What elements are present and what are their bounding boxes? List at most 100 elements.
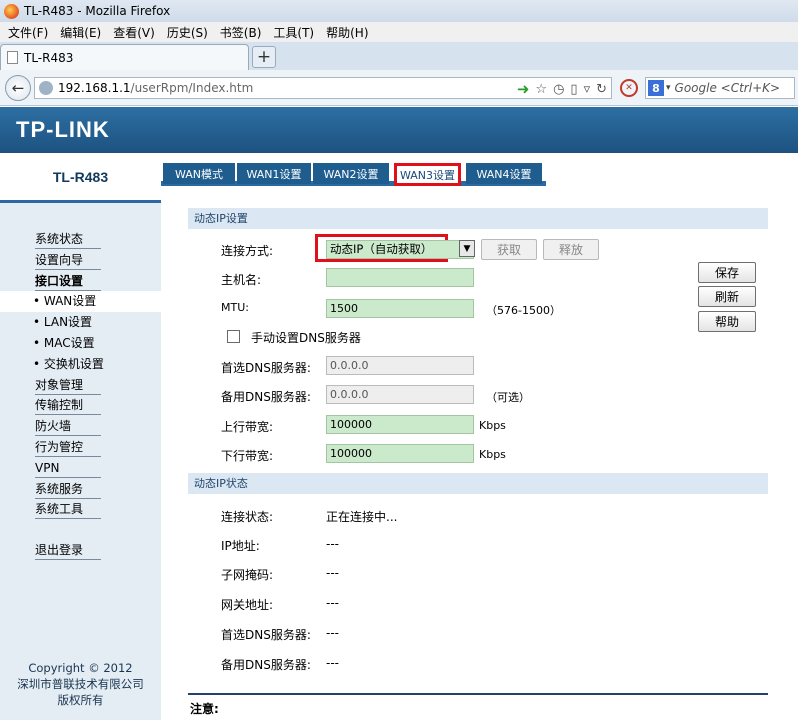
sidebar-menu: 系统状态 设置向导 接口设置 • WAN设置 • LAN设置 • MAC设置 •… <box>0 229 161 561</box>
status-label-ip: IP地址: <box>221 539 260 553</box>
dns2-label: 备用DNS服务器: <box>221 390 311 404</box>
manual-dns-checkbox[interactable] <box>227 330 240 343</box>
menu-file[interactable]: 文件(F) <box>2 24 54 41</box>
help-button[interactable]: 帮助 <box>698 311 756 332</box>
tab-wan2[interactable]: WAN2设置 <box>313 163 389 184</box>
browser-tab[interactable]: TL-R483 <box>0 44 249 70</box>
reload-icon[interactable]: ↻ <box>596 82 607 97</box>
hostname-input[interactable] <box>326 268 474 287</box>
search-engine-dropdown-icon[interactable]: ▾ <box>666 83 671 93</box>
downstream-input[interactable]: 100000 <box>326 444 474 463</box>
hostname-label: 主机名: <box>221 273 262 287</box>
new-tab-button[interactable]: + <box>252 46 276 68</box>
status-label-dns1: 首选DNS服务器: <box>221 628 311 642</box>
menu-edit[interactable]: 编辑(E) <box>54 24 107 41</box>
downstream-label: 下行带宽: <box>221 449 274 463</box>
tab-wan4[interactable]: WAN4设置 <box>466 163 542 184</box>
url-path: /userRpm/Index.htm <box>130 81 254 95</box>
page-icon <box>7 51 18 64</box>
sidebar-item-system-tools[interactable]: 系统工具 <box>0 499 161 520</box>
sidebar-item-transmission-control[interactable]: 传输控制 <box>0 395 161 416</box>
menu-help[interactable]: 帮助(H) <box>320 24 374 41</box>
status-label-conn: 连接状态: <box>221 510 274 524</box>
sidebar-item-vpn[interactable]: VPN <box>0 458 161 479</box>
refresh-button[interactable]: 刷新 <box>698 286 756 307</box>
upstream-unit: Kbps <box>479 419 506 432</box>
sidebar-item-label: 传输控制 <box>35 396 101 416</box>
upstream-label: 上行带宽: <box>221 420 274 434</box>
tab-wan3[interactable]: WAN3设置 <box>394 163 461 186</box>
release-button[interactable]: 释放 <box>543 239 599 260</box>
mtu-input[interactable]: 1500 <box>326 299 474 318</box>
sidebar-item-object-management[interactable]: 对象管理 <box>0 375 161 396</box>
model-name: TL-R483 <box>0 153 161 203</box>
sidebar-item-system-services[interactable]: 系统服务 <box>0 479 161 500</box>
tab-wan-mode[interactable]: WAN模式 <box>163 163 235 184</box>
sidebar-item-label: 防火墙 <box>35 417 101 437</box>
dns1-input[interactable]: 0.0.0.0 <box>326 356 474 375</box>
chevron-down-icon[interactable]: ▼ <box>459 240 475 257</box>
status-value-gateway: --- <box>326 596 339 610</box>
sidebar-item-label: VPN <box>35 459 101 478</box>
sidebar-item-firewall[interactable]: 防火墙 <box>0 416 161 437</box>
sidebar-item-label: 对象管理 <box>35 376 101 395</box>
sidebar-item-mac-settings[interactable]: • MAC设置 <box>0 333 161 354</box>
sidebar-item-lan-settings[interactable]: • LAN设置 <box>0 312 161 333</box>
dns1-label: 首选DNS服务器: <box>221 361 311 375</box>
sidebar-item-label: • LAN设置 <box>33 315 93 330</box>
copyright-rights: 版权所有 <box>57 693 104 707</box>
search-box[interactable]: 8 ▾ Google <Ctrl+K> <box>645 77 795 99</box>
status-label-gateway: 网关地址: <box>221 598 274 612</box>
menu-bookmarks[interactable]: 书签(B) <box>214 24 268 41</box>
sidebar-item-system-status[interactable]: 系统状态 <box>0 229 161 250</box>
noscript-icon[interactable]: ✕ <box>620 79 638 97</box>
search-engine-icon[interactable]: 8 <box>648 80 664 96</box>
save-button[interactable]: 保存 <box>698 262 756 283</box>
sidebar-item-label: • WAN设置 <box>33 294 97 309</box>
dns2-input[interactable]: 0.0.0.0 <box>326 385 474 404</box>
menu-history[interactable]: 历史(S) <box>161 24 214 41</box>
content-divider <box>188 693 768 695</box>
menu-bar: 文件(F) 编辑(E) 查看(V) 历史(S) 书签(B) 工具(T) 帮助(H… <box>0 22 798 42</box>
back-button[interactable]: ← <box>5 75 31 101</box>
sidebar-item-logout[interactable]: 退出登录 <box>0 540 161 561</box>
menu-tools[interactable]: 工具(T) <box>267 24 320 41</box>
mtu-label: MTU: <box>221 301 249 314</box>
sidebar-item-label: • MAC设置 <box>33 335 95 350</box>
sidebar-item-label: 系统工具 <box>35 500 101 520</box>
status-value-mask: --- <box>326 566 339 580</box>
clock-icon[interactable]: ◷ <box>553 82 564 97</box>
obtain-button[interactable]: 获取 <box>481 239 537 260</box>
upstream-input[interactable]: 100000 <box>326 415 474 434</box>
star-icon[interactable]: ☆ <box>535 82 547 97</box>
conn-type-label: 连接方式: <box>221 244 274 258</box>
sidebar-item-behavior-control[interactable]: 行为管控 <box>0 437 161 458</box>
sidebar-item-interface-settings[interactable]: 接口设置 <box>0 271 161 292</box>
sidebar-item-label: 行为管控 <box>35 438 101 457</box>
sidebar-item-label: • 交换机设置 <box>33 356 104 371</box>
dropdown-icon[interactable]: ▿ <box>584 82 591 97</box>
tplink-logo: TP-LINK <box>16 117 110 142</box>
sidebar-item-switch-settings[interactable]: • 交换机设置 <box>0 354 161 375</box>
url-bar[interactable]: 192.168.1.1/userRpm/Index.htm ➜ ☆ ◷ ▯ ▿ … <box>34 77 612 99</box>
phone-icon[interactable]: ▯ <box>570 82 577 97</box>
go-icon[interactable]: ➜ <box>517 80 530 98</box>
menu-view[interactable]: 查看(V) <box>107 24 161 41</box>
globe-icon <box>39 81 53 95</box>
dns2-optional-hint: （可选） <box>486 391 530 404</box>
sidebar-item-wan-settings[interactable]: • WAN设置 <box>0 291 161 313</box>
back-arrow-icon: ← <box>11 79 25 97</box>
copyright: Copyright © 2012 深圳市普联技术有限公司 版权所有 <box>0 660 161 708</box>
section-dynamic-ip-settings: 动态IP设置 <box>188 208 768 229</box>
downstream-unit: Kbps <box>479 448 506 461</box>
manual-dns-label: 手动设置DNS服务器 <box>251 331 361 345</box>
conn-type-select[interactable]: 动态IP（自动获取） <box>326 240 474 259</box>
tab-wan1[interactable]: WAN1设置 <box>237 163 311 184</box>
sidebar-item-setup-wizard[interactable]: 设置向导 <box>0 250 161 271</box>
content-panel: 动态IP设置 连接方式: 动态IP（自动获取） ▼ 获取 释放 主机名: MTU… <box>161 186 798 720</box>
mtu-range-hint: （576-1500） <box>486 304 561 317</box>
search-placeholder: Google <Ctrl+K> <box>674 81 781 95</box>
browser-tab-title: TL-R483 <box>24 50 74 65</box>
sidebar-item-label: 接口设置 <box>35 272 101 291</box>
